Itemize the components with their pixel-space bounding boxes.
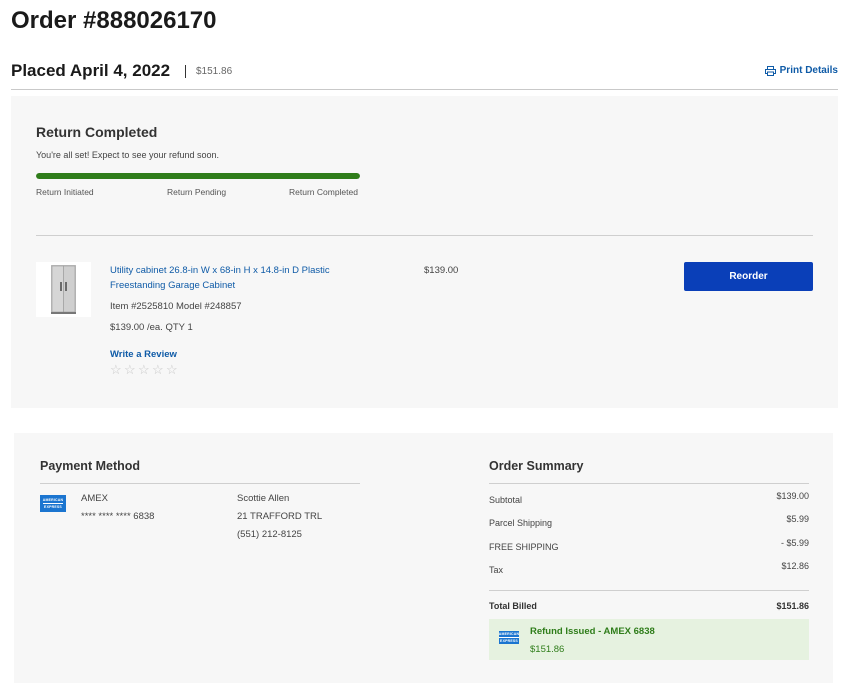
star-icon[interactable]: ☆: [166, 362, 180, 378]
star-icon[interactable]: ☆: [124, 362, 138, 378]
payment-method-title: Payment Method: [40, 459, 141, 473]
summary-row-free-shipping: FREE SHIPPING - $5.99: [489, 538, 809, 556]
payment-divider: [40, 483, 360, 484]
billing-name: Scottie Allen: [237, 493, 290, 504]
star-icon[interactable]: ☆: [110, 362, 124, 378]
write-review-link[interactable]: Write a Review: [110, 349, 177, 360]
order-total: $151.86: [196, 66, 233, 77]
product-image[interactable]: [36, 262, 91, 317]
order-meta-row: Placed April 4, 2022 $151.86 Print Detai…: [11, 61, 838, 83]
total-label: Total Billed: [489, 601, 537, 611]
step-return-initiated: Return Initiated: [36, 187, 94, 197]
summary-label: FREE SHIPPING: [489, 542, 559, 552]
refund-issued-box: AMERICAN EXPRESS Refund Issued - AMEX 68…: [489, 619, 809, 660]
summary-value: $5.99: [786, 514, 809, 524]
meta-divider: [185, 65, 186, 78]
return-progress-fill: [36, 173, 360, 179]
total-value: $151.86: [776, 601, 809, 611]
return-status-title: Return Completed: [36, 124, 158, 140]
star-icon[interactable]: ☆: [152, 362, 166, 378]
summary-value: - $5.99: [780, 538, 809, 548]
step-return-pending: Return Pending: [167, 187, 227, 197]
step-return-completed: Return Completed: [289, 187, 358, 197]
billing-phone: (551) 212-8125: [237, 529, 302, 540]
summary-divider: [489, 483, 809, 484]
card-number: **** **** **** 6838: [81, 511, 155, 522]
placed-date: Placed April 4, 2022: [11, 61, 171, 80]
summary-value: $139.00: [776, 491, 809, 501]
header-divider: [11, 89, 838, 90]
print-details-label: Print Details: [779, 65, 838, 76]
summary-row-subtotal: Subtotal $139.00: [489, 491, 809, 509]
summary-label: Tax: [489, 565, 504, 575]
summary-total-divider: [489, 590, 809, 591]
card-divider: [36, 235, 813, 236]
print-details-link[interactable]: Print Details: [764, 65, 838, 76]
amex-card-icon: AMERICAN EXPRESS: [40, 495, 66, 512]
billing-street: 21 TRAFFORD TRL: [237, 511, 323, 522]
summary-label: Subtotal: [489, 495, 523, 505]
return-progress-bar: [36, 173, 360, 179]
order-title: Order #888026170: [11, 7, 217, 34]
payment-summary-card: Payment Method AMERICAN EXPRESS AMEX ***…: [14, 433, 833, 683]
printer-icon: [764, 65, 776, 76]
product-price-qty: $139.00 /ea. QTY 1: [110, 322, 193, 333]
order-summary-title: Order Summary: [489, 459, 584, 473]
refund-amount: $151.86: [530, 644, 565, 655]
star-rating[interactable]: ☆ ☆ ☆ ☆ ☆: [110, 362, 180, 378]
amex-card-icon: AMERICAN EXPRESS: [498, 631, 520, 644]
refund-label: Refund Issued - AMEX 6838: [530, 626, 655, 637]
return-status-card: Return Completed You're all set! Expect …: [11, 96, 838, 408]
summary-value: $12.86: [781, 561, 809, 571]
return-status-subtitle: You're all set! Expect to see your refun…: [36, 150, 219, 160]
star-icon[interactable]: ☆: [138, 362, 152, 378]
summary-row-tax: Tax $12.86: [489, 561, 809, 579]
reorder-button[interactable]: Reorder: [684, 262, 813, 291]
summary-row-shipping: Parcel Shipping $5.99: [489, 514, 809, 532]
summary-row-total: Total Billed $151.86: [489, 601, 809, 615]
product-price: $139.00: [424, 265, 459, 276]
summary-label: Parcel Shipping: [489, 518, 553, 528]
card-type: AMEX: [81, 493, 108, 504]
product-name-link[interactable]: Utility cabinet 26.8-in W x 68-in H x 14…: [110, 263, 360, 293]
product-item-model: Item #2525810 Model #248857: [110, 301, 242, 312]
storage-cabinet-image: [51, 265, 76, 314]
